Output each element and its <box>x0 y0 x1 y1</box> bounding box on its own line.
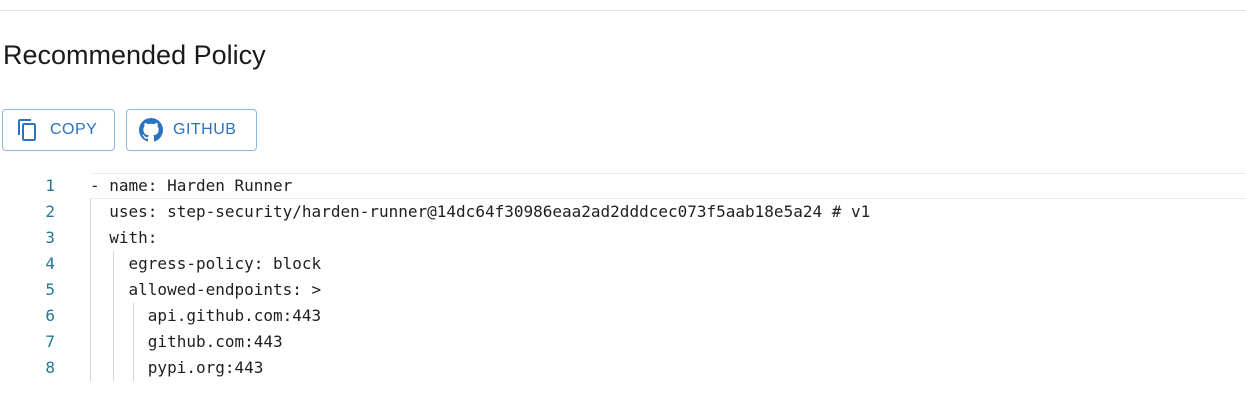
code-text: pypi.org:443 <box>90 358 264 377</box>
github-button[interactable]: GITHUB <box>126 109 257 151</box>
code-line: 5 allowed-endpoints: > <box>0 277 1246 303</box>
line-number: 5 <box>45 280 55 299</box>
code-line: 1 - name: Harden Runner <box>0 173 1246 199</box>
code-line: 2 uses: step-security/harden-runner@14dc… <box>0 199 1246 225</box>
indent-guide <box>133 303 134 381</box>
line-number: 3 <box>45 228 55 247</box>
github-button-label: GITHUB <box>173 121 237 138</box>
code-text: egress-policy: block <box>90 254 322 273</box>
code-line: 7 github.com:443 <box>0 329 1246 355</box>
indent-guide <box>113 251 114 381</box>
line-number: 6 <box>45 306 55 325</box>
code-line: 8 pypi.org:443 <box>0 355 1246 381</box>
line-number: 1 <box>45 176 55 195</box>
code-text: - name: Harden Runner <box>90 176 293 195</box>
code-text: allowed-endpoints: > <box>90 280 322 299</box>
code-text: github.com:443 <box>90 332 283 351</box>
code-text: api.github.com:443 <box>90 306 322 325</box>
code-text: uses: step-security/harden-runner@14dc64… <box>90 202 871 221</box>
section-title: Recommended Policy <box>3 40 266 70</box>
copy-button-label: COPY <box>50 121 98 138</box>
copy-button[interactable]: COPY <box>2 109 115 151</box>
indent-guide <box>90 199 91 381</box>
copy-icon <box>16 118 40 142</box>
code-editor[interactable]: 1 - name: Harden Runner 2 uses: step-sec… <box>0 173 1246 389</box>
line-number: 7 <box>45 332 55 351</box>
code-text: with: <box>90 228 158 247</box>
code-line: 6 api.github.com:443 <box>0 303 1246 329</box>
code-line: 4 egress-policy: block <box>0 251 1246 277</box>
top-divider <box>0 10 1246 11</box>
github-icon <box>139 118 163 142</box>
line-number: 4 <box>45 254 55 273</box>
line-number: 2 <box>45 202 55 221</box>
code-line: 3 with: <box>0 225 1246 251</box>
line-number: 8 <box>45 358 55 377</box>
